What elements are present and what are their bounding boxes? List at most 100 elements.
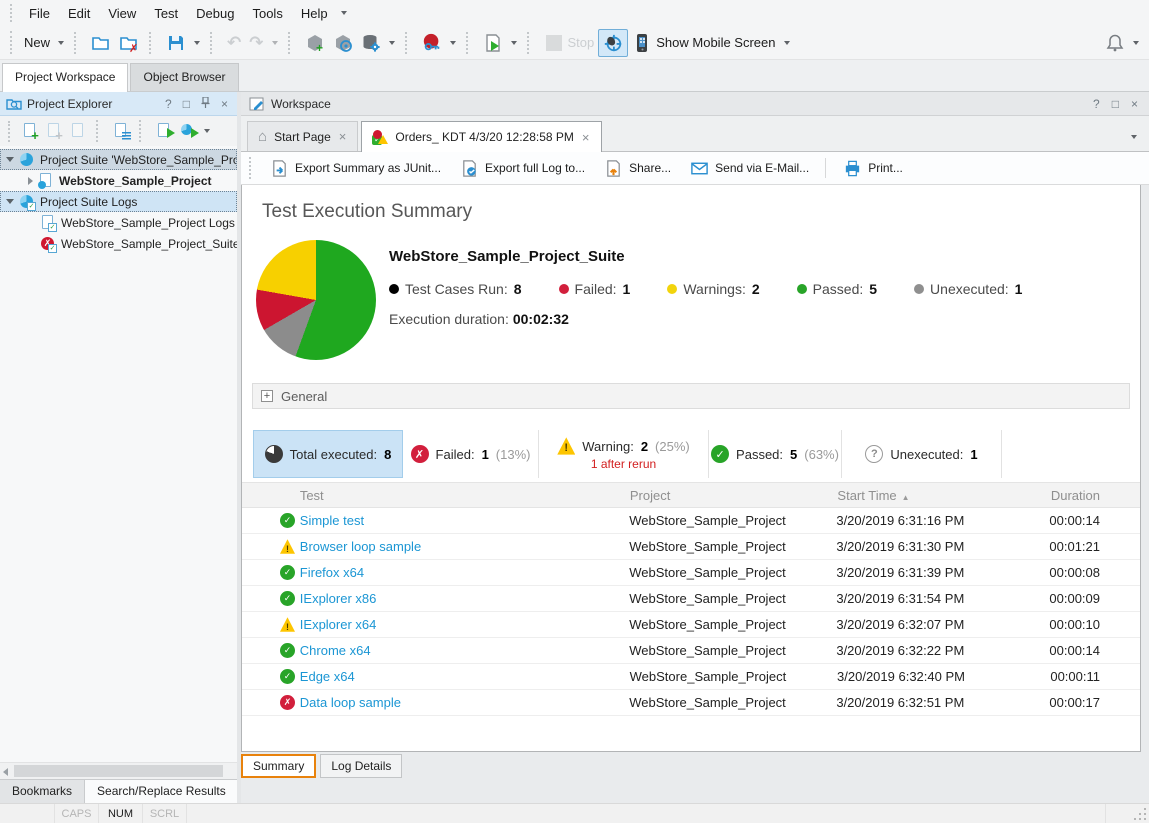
table-row: Edge x64 WebStore_Sample_Project 3/20/20…	[242, 664, 1140, 690]
menu-tools[interactable]: Tools	[243, 2, 291, 25]
tab-list-dropdown-icon[interactable]	[1131, 135, 1137, 139]
organize-items-button[interactable]	[109, 120, 133, 142]
export-summary-junit-button[interactable]: Export Summary as JUnit...	[261, 154, 449, 182]
filter-warning[interactable]: Warning: 2 (25%) 1 after rerun	[539, 430, 709, 478]
filter-label: Unexecuted:	[890, 447, 963, 462]
close-button[interactable]: ×	[1128, 98, 1141, 110]
toolbar-grip[interactable]	[10, 31, 13, 54]
test-link[interactable]: Chrome x64	[300, 643, 371, 658]
menu-file[interactable]: File	[20, 2, 59, 25]
expander-open-icon[interactable]	[6, 199, 14, 204]
new-item-button[interactable]: +	[42, 120, 66, 142]
horizontal-scrollbar[interactable]	[0, 762, 237, 779]
pin-button[interactable]	[198, 97, 213, 110]
show-mobile-screen-button[interactable]: Show Mobile Screen	[628, 30, 793, 56]
undo-button[interactable]: ↶	[223, 31, 245, 54]
scroll-left-icon[interactable]	[3, 768, 8, 776]
run-test-button[interactable]	[479, 30, 521, 56]
test-link[interactable]: IExplorer x86	[300, 591, 377, 606]
close-button[interactable]: ×	[218, 98, 231, 110]
filter-unexecuted[interactable]: Unexecuted: 1	[842, 430, 1002, 478]
passed-icon	[280, 669, 295, 684]
resize-grip-icon[interactable]	[1144, 818, 1146, 820]
filter-failed[interactable]: Failed: 1 (13%)	[403, 430, 539, 478]
close-tab-icon[interactable]: ×	[338, 130, 348, 143]
tab-search-replace-results[interactable]: Search/Replace Results	[85, 780, 237, 803]
legend-value: 5	[869, 281, 877, 297]
tree-item-project[interactable]: WebStore_Sample_Project	[0, 170, 237, 191]
tab-object-browser[interactable]: Object Browser	[130, 63, 238, 91]
toolbar-grip[interactable]	[8, 121, 11, 142]
add-object-button[interactable]: +	[301, 30, 329, 56]
maximize-button[interactable]: □	[1109, 98, 1122, 110]
close-file-button[interactable]: ✗	[115, 30, 143, 56]
test-link[interactable]: Firefox x64	[300, 565, 364, 580]
separator	[149, 32, 158, 54]
open-item-button[interactable]	[66, 120, 90, 142]
expander-open-icon[interactable]	[6, 157, 14, 162]
general-section-header[interactable]: + General	[252, 383, 1130, 409]
filter-passed[interactable]: Passed: 5 (63%)	[709, 430, 842, 478]
send-email-button[interactable]: Send via E-Mail...	[681, 154, 817, 182]
test-link[interactable]: Browser loop sample	[300, 539, 421, 554]
export-full-log-button[interactable]: Export full Log to...	[451, 154, 593, 182]
duration-cell: 00:00:14	[1049, 643, 1140, 658]
record-button[interactable]	[418, 30, 460, 56]
folder-search-icon	[6, 96, 22, 112]
maximize-button[interactable]: □	[180, 98, 193, 110]
expand-icon[interactable]: +	[261, 390, 273, 402]
test-link[interactable]: Simple test	[300, 513, 364, 528]
toolbar-grip[interactable]	[249, 157, 252, 179]
close-tab-icon[interactable]: ×	[581, 131, 591, 144]
tree-item-project-logs[interactable]: ✓ WebStore_Sample_Project Logs	[0, 212, 237, 233]
tree-item-project-suite[interactable]: Project Suite 'WebStore_Sample_Project'	[0, 149, 237, 170]
menu-bar: File Edit View Test Debug Tools Help	[0, 0, 1149, 26]
visual-debugger-button[interactable]	[598, 29, 628, 57]
run-project-icon	[156, 123, 172, 139]
menu-help[interactable]: Help	[292, 2, 337, 25]
toolbar-grip[interactable]	[10, 4, 13, 22]
menu-test[interactable]: Test	[145, 2, 187, 25]
filter-total-executed[interactable]: Total executed: 8	[253, 430, 403, 478]
stop-button[interactable]: Stop	[540, 30, 599, 56]
run-project-button[interactable]	[152, 120, 176, 142]
scrollbar-thumb[interactable]	[14, 765, 223, 777]
column-duration[interactable]: Duration	[1051, 488, 1140, 503]
redo-button[interactable]: ↷	[245, 31, 281, 54]
notifications-button[interactable]	[1101, 30, 1143, 56]
add-new-item-button[interactable]: +	[18, 120, 42, 142]
database-settings-button[interactable]	[357, 30, 399, 56]
tab-log-orders-kdt[interactable]: ✓ Orders_ KDT 4/3/20 12:28:58 PM ×	[361, 121, 601, 152]
column-test[interactable]: Test	[300, 488, 630, 503]
table-row: IExplorer x86 WebStore_Sample_Project 3/…	[242, 586, 1140, 612]
tree-item-suite-log-failed[interactable]: ✓ WebStore_Sample_Project_Suite 3/2	[0, 233, 237, 254]
open-file-button[interactable]	[87, 30, 115, 56]
menu-view[interactable]: View	[99, 2, 145, 25]
separator	[466, 32, 475, 54]
share-button[interactable]: Share...	[595, 154, 679, 182]
test-link[interactable]: Edge x64	[300, 669, 355, 684]
menu-edit[interactable]: Edit	[59, 2, 99, 25]
help-button[interactable]: ?	[1090, 98, 1103, 110]
object-spy-button[interactable]	[329, 30, 357, 56]
column-start-time[interactable]: Start Time▲	[837, 488, 1050, 503]
new-button[interactable]: New	[20, 32, 68, 53]
print-button[interactable]: Print...	[834, 154, 911, 182]
test-link[interactable]: Data loop sample	[300, 695, 401, 710]
tab-summary[interactable]: Summary	[241, 754, 316, 778]
test-link[interactable]: IExplorer x64	[300, 617, 377, 632]
save-button[interactable]	[162, 30, 204, 56]
unexecuted-icon	[865, 445, 883, 463]
tab-log-details[interactable]: Log Details	[320, 754, 402, 778]
tab-start-page[interactable]: ⌂ Start Page ×	[247, 121, 358, 151]
menu-debug[interactable]: Debug	[187, 2, 243, 25]
run-project-suite-button[interactable]	[176, 120, 214, 142]
tab-bookmarks[interactable]: Bookmarks	[0, 780, 85, 803]
menu-overflow-icon[interactable]	[341, 11, 347, 15]
status-bar: CAPS NUM SCRL	[0, 803, 1149, 823]
expander-closed-icon[interactable]	[28, 177, 33, 185]
tree-item-project-suite-logs[interactable]: ✓ Project Suite Logs	[0, 191, 237, 212]
tab-project-workspace[interactable]: Project Workspace	[2, 63, 128, 92]
column-project[interactable]: Project	[630, 488, 838, 503]
help-button[interactable]: ?	[162, 98, 175, 110]
